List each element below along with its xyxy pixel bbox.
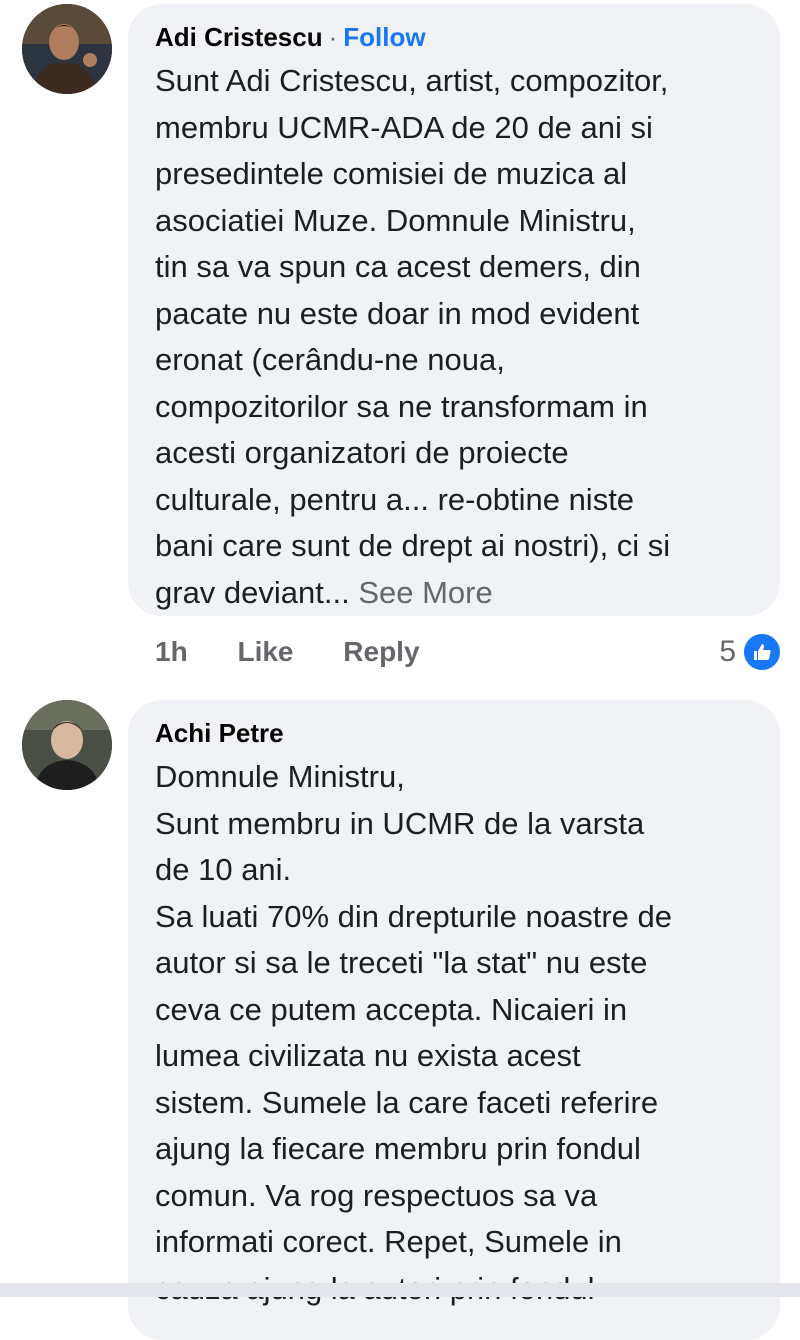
like-button[interactable]: Like (237, 636, 293, 667)
author-line: Achi Petre (155, 716, 760, 750)
follow-button[interactable]: Follow (343, 22, 425, 52)
separator-dot: · (328, 22, 338, 52)
author-name[interactable]: Achi Petre (155, 718, 284, 748)
comment-text: Domnule Ministru, Sunt membru in UCMR de… (155, 759, 672, 1306)
like-icon (742, 632, 782, 672)
avatar[interactable] (22, 700, 112, 790)
author-line: Adi Cristescu · Follow (155, 20, 760, 54)
see-more-link[interactable]: See More (350, 575, 492, 610)
avatar[interactable] (22, 4, 112, 94)
reaction-count[interactable]: 5 (719, 632, 782, 672)
comment-bubble: Achi Petre Domnule Ministru, Sunt membru… (128, 700, 780, 1340)
timestamp[interactable]: 1h (155, 636, 188, 667)
comment-bubble: Adi Cristescu · Follow Sunt Adi Cristescu,… (128, 4, 780, 616)
author-name[interactable]: Adi Cristescu (155, 22, 323, 52)
comment-actions: 1h Like Reply (155, 636, 462, 668)
comment-body: Sunt Adi Cristescu, artist, compozitor, … (155, 63, 671, 610)
reply-button[interactable]: Reply (343, 636, 419, 667)
person-avatar-icon (22, 4, 112, 94)
bottom-bar (0, 1283, 800, 1297)
person-avatar-icon (22, 700, 112, 790)
reaction-number: 5 (719, 635, 736, 668)
comment-text: Sunt Adi Cristescu, artist, compozitor, … (155, 58, 760, 616)
